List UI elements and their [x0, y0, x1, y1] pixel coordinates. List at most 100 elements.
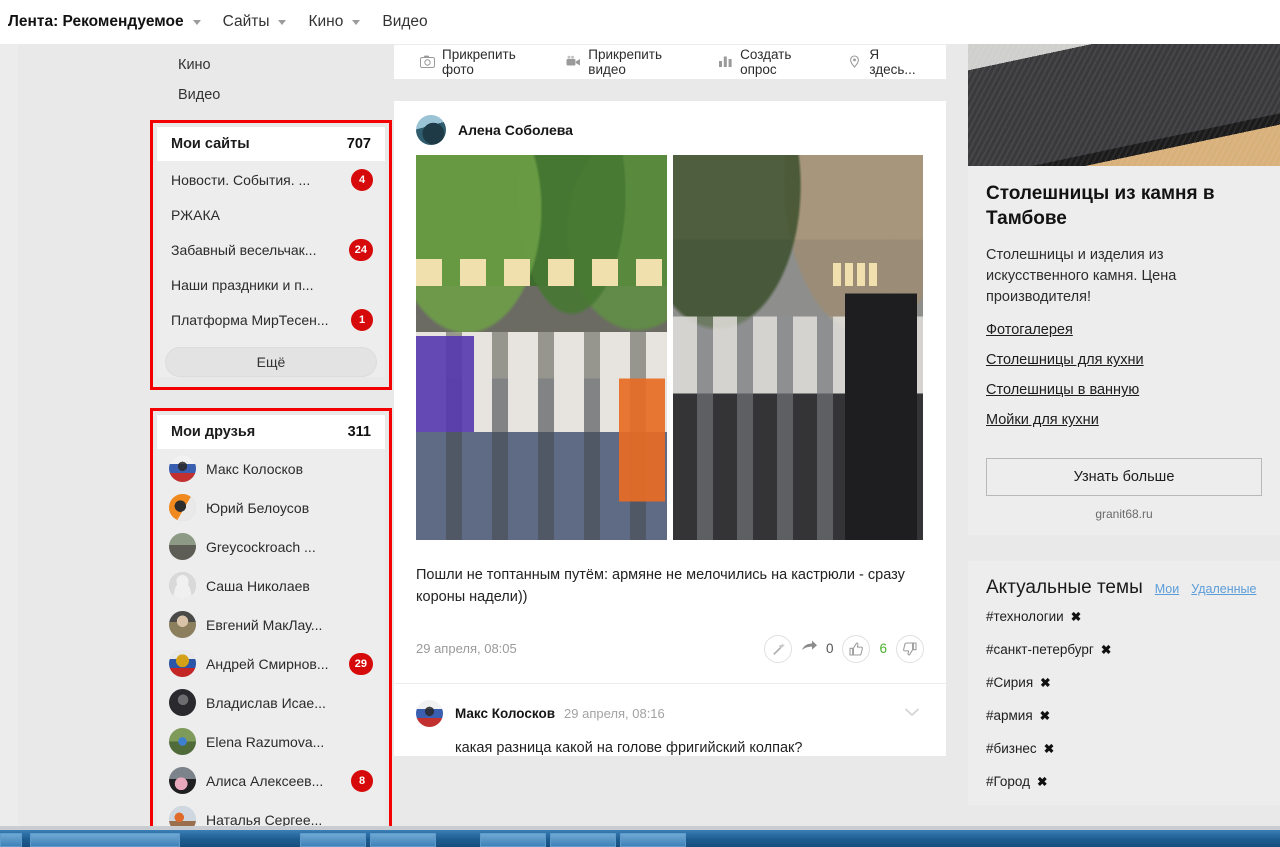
ad-image[interactable] — [968, 44, 1280, 166]
taskbar-button[interactable] — [480, 833, 546, 847]
topics-link-mine[interactable]: Мои — [1155, 582, 1180, 596]
topic-item[interactable]: #Город ✖ — [986, 764, 1262, 797]
windows-taskbar[interactable] — [0, 830, 1280, 847]
screen: Лента: Рекомендуемое Сайты Кино Видео Ки… — [0, 0, 1280, 847]
taskbar-button[interactable] — [30, 833, 180, 847]
thumbs-up-icon[interactable] — [842, 634, 871, 663]
nav-item-sites[interactable]: Сайты — [223, 13, 287, 31]
show-more-sites-button[interactable]: Ещё — [165, 347, 377, 377]
check-in-button[interactable]: Я здесь... — [847, 47, 926, 77]
create-poll-label: Создать опрос — [740, 47, 792, 77]
topic-item[interactable]: #армия ✖ — [986, 698, 1262, 731]
taskbar-button[interactable] — [620, 833, 686, 847]
comment-header: Макс Колосков 29 апреля, 08:16 — [416, 699, 924, 727]
friend-list-item[interactable]: Владислав Исае... — [157, 683, 385, 722]
post-image-1[interactable] — [416, 155, 667, 540]
comment-author-name[interactable]: Макс Колосков — [455, 706, 555, 721]
ad-link-kitchen-sinks[interactable]: Мойки для кухни — [986, 412, 1262, 428]
topics-link-deleted[interactable]: Удаленные — [1191, 582, 1256, 596]
site-unread-badge: 4 — [351, 169, 373, 191]
taskbar-button[interactable] — [550, 833, 616, 847]
avatar[interactable] — [416, 115, 446, 145]
post-timestamp: 29 апреля, 08:05 — [416, 641, 517, 657]
site-list-item[interactable]: Новости. События. ... 4 — [157, 161, 385, 199]
friend-list-item[interactable]: Алиса Алексеев... 8 — [157, 761, 385, 800]
nav-item-label: Кино — [308, 13, 344, 30]
post-image-2[interactable] — [673, 155, 923, 540]
site-list-item[interactable]: Наши праздники и п... — [157, 269, 385, 301]
ad-link-gallery[interactable]: Фотогалерея — [986, 322, 1262, 338]
share-action[interactable]: 0 — [801, 639, 834, 658]
remove-topic-icon[interactable]: ✖ — [1037, 774, 1047, 789]
taskbar-button[interactable] — [370, 833, 436, 847]
chevron-down-icon[interactable] — [192, 19, 201, 25]
main-feed-column: Прикрепить фото Прикрепить видео Создать… — [394, 44, 946, 756]
my-friends-panel: Мои друзья 311 Макс Колосков Юрий Белоус… — [157, 415, 385, 839]
topic-item[interactable]: #технологии ✖ — [986, 599, 1262, 632]
remove-topic-icon[interactable]: ✖ — [1040, 675, 1050, 690]
friend-list-item[interactable]: Андрей Смирнов... 29 — [157, 644, 385, 683]
remove-topic-icon[interactable]: ✖ — [1044, 741, 1054, 756]
topic-label: #технологии — [986, 609, 1064, 625]
friend-list-item[interactable]: Макс Колосков — [157, 449, 385, 488]
magic-wand-icon[interactable] — [763, 634, 792, 663]
ad-cta-button[interactable]: Узнать больше — [986, 458, 1262, 497]
post-author-name[interactable]: Алена Соболева — [458, 122, 573, 138]
ad-title[interactable]: Столешницы из камня в Тамбове — [986, 182, 1262, 231]
site-unread-badge: 24 — [348, 239, 373, 261]
friend-list-item[interactable]: Евгений МакЛау... — [157, 605, 385, 644]
ad-block: Столешницы из камня в Тамбове Столешницы… — [968, 166, 1280, 536]
friend-list-item[interactable]: Саша Николаев — [157, 566, 385, 605]
chevron-down-icon[interactable] — [278, 19, 287, 25]
my-friends-header[interactable]: Мои друзья 311 — [157, 415, 385, 449]
check-in-label: Я здесь... — [869, 47, 916, 77]
page-body: Кино Видео Мои сайты 707 Новости. Событи… — [0, 44, 1280, 846]
chevron-down-icon[interactable] — [904, 704, 920, 722]
nav-item-label: Лента: Рекомендуемое — [8, 13, 184, 30]
remove-topic-icon[interactable]: ✖ — [1101, 642, 1111, 657]
chevron-down-icon[interactable] — [352, 19, 361, 25]
ad-description: Столешницы и изделия из искусственного к… — [986, 247, 1177, 306]
site-list-item[interactable]: РЖАКА — [157, 199, 385, 231]
friend-list-item[interactable]: Elena Razumova... — [157, 722, 385, 761]
friend-name: Greycockroach ... — [206, 538, 316, 555]
friend-name: Elena Razumova... — [206, 733, 325, 750]
site-list-item[interactable]: Платформа МирТесен... 1 — [157, 301, 385, 339]
topic-label: #санкт-петербург — [986, 642, 1094, 658]
post-composer-toolbar: Прикрепить фото Прикрепить видео Создать… — [394, 44, 946, 79]
nav-item-feed[interactable]: Лента: Рекомендуемое — [8, 13, 201, 31]
remove-topic-icon[interactable]: ✖ — [1071, 609, 1081, 624]
ad-link-kitchen-tops[interactable]: Столешницы для кухни — [986, 352, 1262, 368]
sidebar-item-cinema[interactable]: Кино — [178, 50, 392, 80]
topic-item[interactable]: #санкт-петербург ✖ — [986, 632, 1262, 665]
video-camera-icon — [566, 55, 581, 69]
nav-item-cinema[interactable]: Кино — [308, 13, 361, 31]
my-sites-title: Мои сайты — [171, 136, 250, 152]
remove-topic-icon[interactable]: ✖ — [1040, 708, 1050, 723]
ad-link-bathroom-tops[interactable]: Столешницы в ванную — [986, 382, 1262, 398]
sidebar-item-video[interactable]: Видео — [178, 80, 392, 110]
attach-photo-label: Прикрепить фото — [442, 47, 516, 77]
avatar — [169, 767, 196, 794]
create-poll-button[interactable]: Создать опрос — [718, 47, 827, 77]
taskbar-button[interactable] — [0, 833, 22, 847]
avatar[interactable] — [416, 699, 443, 727]
friend-list-item[interactable]: Greycockroach ... — [157, 527, 385, 566]
attach-photo-button[interactable]: Прикрепить фото — [420, 47, 546, 77]
topic-item[interactable]: #Сирия ✖ — [986, 665, 1262, 698]
site-list-item[interactable]: Забавный весельчак... 24 — [157, 231, 385, 269]
taskbar-button[interactable] — [300, 833, 366, 847]
share-count: 0 — [825, 641, 834, 657]
friend-list-item[interactable]: Юрий Белоусов — [157, 488, 385, 527]
trending-topics-title: Актуальные темы — [986, 577, 1143, 599]
nav-item-video[interactable]: Видео — [382, 13, 427, 31]
friend-unread-badge: 29 — [348, 652, 373, 675]
my-sites-header[interactable]: Мои сайты 707 — [157, 127, 385, 161]
avatar — [169, 611, 196, 638]
attach-video-label: Прикрепить видео — [588, 47, 663, 77]
topic-label: #армия — [986, 708, 1033, 724]
attach-video-button[interactable]: Прикрепить видео — [566, 47, 698, 77]
site-name: Новости. События. ... — [171, 172, 311, 188]
topic-item[interactable]: #бизнес ✖ — [986, 731, 1262, 764]
thumbs-down-icon[interactable] — [896, 634, 924, 663]
